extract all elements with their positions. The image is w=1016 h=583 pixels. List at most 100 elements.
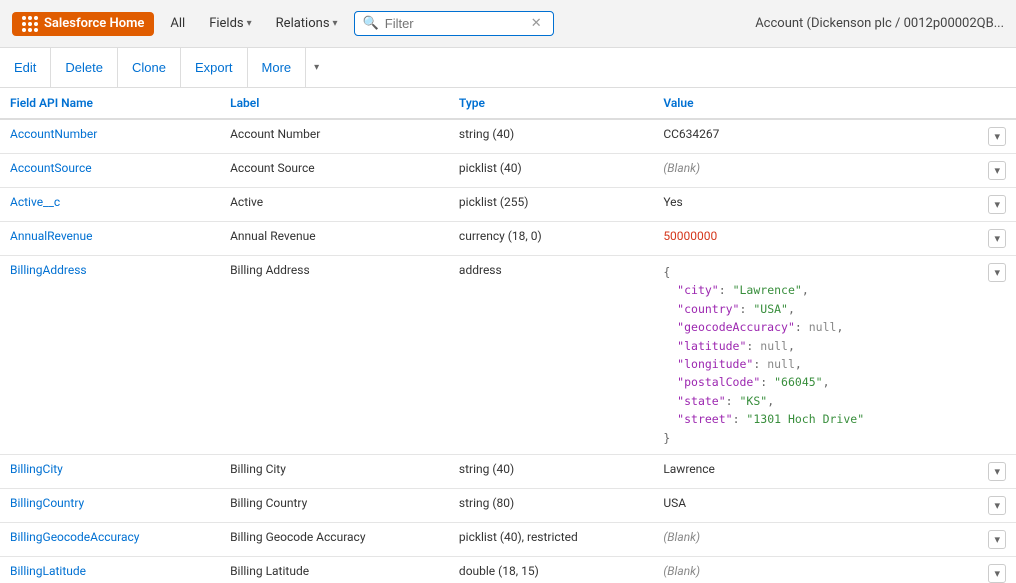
cell-dropdown: ▾ xyxy=(978,188,1016,222)
row-action-dropdown[interactable]: ▾ xyxy=(988,195,1006,214)
cell-api-name: BillingCountry xyxy=(0,488,220,522)
account-title: Account (Dickenson plc / 0012p00002QB... xyxy=(755,16,1004,31)
cell-dropdown: ▾ xyxy=(978,222,1016,256)
cell-label: Account Source xyxy=(220,154,449,188)
cell-value: CC634267 xyxy=(653,119,978,154)
table-row: AccountSourceAccount Sourcepicklist (40)… xyxy=(0,154,1016,188)
cell-api-name: AccountSource xyxy=(0,154,220,188)
cell-api-name: AnnualRevenue xyxy=(0,222,220,256)
nav-all-label: All xyxy=(170,16,185,31)
nav-fields-chevron: ▾ xyxy=(247,18,252,29)
cell-value: Yes xyxy=(653,188,978,222)
type-sort[interactable]: Type xyxy=(459,96,485,110)
app-name: Salesforce Home xyxy=(44,16,144,31)
cell-type: picklist (40), restricted xyxy=(449,522,653,556)
app-launcher[interactable]: Salesforce Home xyxy=(12,12,154,36)
nav-relations-label: Relations xyxy=(276,16,330,31)
blank-value: (Blank) xyxy=(663,564,700,578)
export-button[interactable]: Export xyxy=(181,48,248,87)
table-row: AccountNumberAccount Numberstring (40)CC… xyxy=(0,119,1016,154)
cell-api-name: Active__c xyxy=(0,188,220,222)
cell-dropdown: ▾ xyxy=(978,119,1016,154)
cell-label: Billing Country xyxy=(220,488,449,522)
cell-label: Active xyxy=(220,188,449,222)
col-value: Value xyxy=(653,88,978,119)
nav-fields-label: Fields xyxy=(209,16,243,31)
search-box: 🔍 ✕ xyxy=(354,11,554,36)
search-icon: 🔍 xyxy=(363,16,379,31)
cell-value: (Blank) xyxy=(653,522,978,556)
table-row: AnnualRevenueAnnual Revenuecurrency (18,… xyxy=(0,222,1016,256)
row-action-dropdown[interactable]: ▾ xyxy=(988,462,1006,481)
more-button[interactable]: More xyxy=(248,48,306,87)
row-action-dropdown[interactable]: ▾ xyxy=(988,127,1006,146)
cell-type: double (18, 15) xyxy=(449,556,653,583)
cell-api-name: BillingLatitude xyxy=(0,556,220,583)
blank-value: (Blank) xyxy=(663,530,700,544)
cell-value: { "city": "Lawrence", "country": "USA", … xyxy=(653,256,978,455)
action-bar: Edit Delete Clone Export More ▾ xyxy=(0,48,1016,88)
nav-all[interactable]: All xyxy=(162,12,193,35)
table-row: BillingAddressBilling Addressaddress{ "c… xyxy=(0,256,1016,455)
table-container: Field API Name Label Type Value AccountN… xyxy=(0,88,1016,583)
cell-api-name: BillingAddress xyxy=(0,256,220,455)
table-row: Active__cActivepicklist (255)Yes ▾ xyxy=(0,188,1016,222)
cell-label: Annual Revenue xyxy=(220,222,449,256)
cell-type: string (40) xyxy=(449,119,653,154)
col-label: Label xyxy=(220,88,449,119)
table-row: BillingLatitudeBilling Latitudedouble (1… xyxy=(0,556,1016,583)
cell-type: picklist (40) xyxy=(449,154,653,188)
cell-label: Billing Latitude xyxy=(220,556,449,583)
top-bar: Salesforce Home All Fields ▾ Relations ▾… xyxy=(0,0,1016,48)
cell-type: picklist (255) xyxy=(449,188,653,222)
cell-dropdown: ▾ xyxy=(978,556,1016,583)
table-row: BillingCityBilling Citystring (40)Lawren… xyxy=(0,454,1016,488)
more-dropdown-arrow[interactable]: ▾ xyxy=(305,48,327,87)
json-value: { "city": "Lawrence", "country": "USA", … xyxy=(663,263,968,447)
cell-api-name: AccountNumber xyxy=(0,119,220,154)
col-type: Type xyxy=(449,88,653,119)
app-launcher-icon xyxy=(22,16,38,32)
cell-api-name: BillingCity xyxy=(0,454,220,488)
row-action-dropdown[interactable]: ▾ xyxy=(988,263,1006,282)
delete-button[interactable]: Delete xyxy=(51,48,118,87)
clear-search-icon[interactable]: ✕ xyxy=(531,16,542,31)
cell-dropdown: ▾ xyxy=(978,522,1016,556)
fields-table: Field API Name Label Type Value AccountN… xyxy=(0,88,1016,583)
cell-type: string (80) xyxy=(449,488,653,522)
table-row: BillingGeocodeAccuracyBilling Geocode Ac… xyxy=(0,522,1016,556)
cell-label: Billing Address xyxy=(220,256,449,455)
money-value: 50000000 xyxy=(663,229,717,243)
cell-type: currency (18, 0) xyxy=(449,222,653,256)
row-action-dropdown[interactable]: ▾ xyxy=(988,161,1006,180)
cell-label: Billing City xyxy=(220,454,449,488)
row-action-dropdown[interactable]: ▾ xyxy=(988,530,1006,549)
cell-dropdown: ▾ xyxy=(978,154,1016,188)
nav-relations[interactable]: Relations ▾ xyxy=(268,12,346,35)
cell-api-name: BillingGeocodeAccuracy xyxy=(0,522,220,556)
cell-dropdown: ▾ xyxy=(978,454,1016,488)
value-sort[interactable]: Value xyxy=(663,96,693,110)
cell-type: string (40) xyxy=(449,454,653,488)
cell-value: Lawrence xyxy=(653,454,978,488)
row-action-dropdown[interactable]: ▾ xyxy=(988,564,1006,583)
col-field-api: Field API Name xyxy=(0,88,220,119)
row-action-dropdown[interactable]: ▾ xyxy=(988,496,1006,515)
blank-value: (Blank) xyxy=(663,161,700,175)
label-sort[interactable]: Label xyxy=(230,96,259,110)
cell-dropdown: ▾ xyxy=(978,256,1016,455)
cell-dropdown: ▾ xyxy=(978,488,1016,522)
field-api-sort[interactable]: Field API Name xyxy=(10,96,93,110)
cell-label: Billing Geocode Accuracy xyxy=(220,522,449,556)
clone-button[interactable]: Clone xyxy=(118,48,181,87)
cell-value: USA xyxy=(653,488,978,522)
row-action-dropdown[interactable]: ▾ xyxy=(988,229,1006,248)
cell-value: 50000000 xyxy=(653,222,978,256)
edit-button[interactable]: Edit xyxy=(0,48,51,87)
table-row: BillingCountryBilling Countrystring (80)… xyxy=(0,488,1016,522)
cell-type: address xyxy=(449,256,653,455)
cell-value: (Blank) xyxy=(653,154,978,188)
nav-fields[interactable]: Fields ▾ xyxy=(201,12,259,35)
nav-relations-chevron: ▾ xyxy=(333,18,338,29)
search-input[interactable] xyxy=(385,16,525,31)
